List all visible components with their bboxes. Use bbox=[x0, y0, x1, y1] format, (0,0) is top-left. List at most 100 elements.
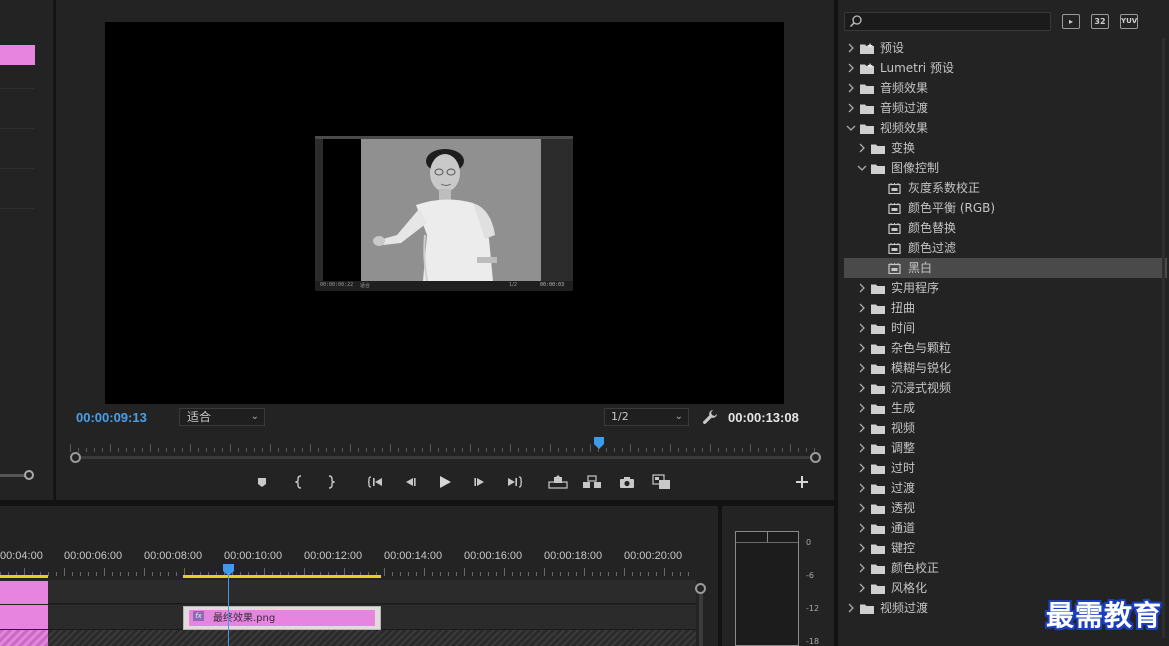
chevron-right-icon[interactable] bbox=[857, 478, 867, 498]
chevron-right-icon[interactable] bbox=[857, 458, 867, 478]
chevron-right-icon[interactable] bbox=[857, 278, 867, 298]
ruler-tick bbox=[472, 572, 473, 576]
effects-tree-item[interactable]: 颜色校正 bbox=[844, 558, 1167, 578]
monitor-zoom-handle-left[interactable] bbox=[70, 452, 81, 463]
chevron-right-icon[interactable] bbox=[846, 98, 856, 118]
ruler-tick bbox=[582, 448, 583, 452]
effects-tree-item[interactable]: 通道 bbox=[844, 518, 1167, 538]
effects-tree-item[interactable]: 预设 bbox=[844, 38, 1167, 58]
lift-button[interactable] bbox=[546, 470, 570, 494]
effects-tree-item[interactable]: 颜色过滤 bbox=[844, 238, 1167, 258]
ruler-tick bbox=[88, 572, 89, 576]
ruler-tick bbox=[120, 572, 121, 576]
zoom-slider-handle[interactable] bbox=[24, 470, 34, 480]
extract-button[interactable] bbox=[580, 470, 604, 494]
work-area-bar[interactable] bbox=[0, 575, 48, 578]
effects-tree-item[interactable]: 颜色替换 bbox=[844, 218, 1167, 238]
wrench-icon[interactable] bbox=[702, 409, 718, 425]
effects-tree-item[interactable]: 图像控制 bbox=[844, 158, 1167, 178]
effects-search-input[interactable] bbox=[844, 12, 1051, 31]
chevron-right-icon[interactable] bbox=[857, 578, 867, 598]
step-back-button[interactable] bbox=[398, 470, 422, 494]
chevron-right-icon[interactable] bbox=[857, 298, 867, 318]
effects-tree-item[interactable]: 灰度系数校正 bbox=[844, 178, 1167, 198]
effects-tree-item[interactable]: 颜色平衡 (RGB) bbox=[844, 198, 1167, 218]
chevron-right-icon[interactable] bbox=[857, 518, 867, 538]
effects-tree-item[interactable]: 杂色与颗粒 bbox=[844, 338, 1167, 358]
timeline-clip[interactable] bbox=[0, 605, 48, 629]
yuv-effects-filter-icon[interactable]: YUV bbox=[1120, 14, 1138, 29]
folder-icon bbox=[860, 604, 874, 614]
chevron-right-icon[interactable] bbox=[857, 438, 867, 458]
chevron-right-icon[interactable] bbox=[857, 538, 867, 558]
program-video-frame[interactable]: 00:00:00:22 适合 1/2 00:00:03 bbox=[105, 22, 784, 404]
effects-tree-item[interactable]: Lumetri 预设 bbox=[844, 58, 1167, 78]
chevron-right-icon[interactable] bbox=[857, 378, 867, 398]
fit-dropdown[interactable]: 适合 ⌄ bbox=[179, 408, 265, 426]
timeline-clip[interactable] bbox=[0, 630, 48, 646]
monitor-playhead[interactable] bbox=[594, 437, 604, 449]
monitor-zoom-handle-right[interactable] bbox=[810, 452, 821, 463]
chevron-right-icon[interactable] bbox=[857, 418, 867, 438]
effects-tree-item[interactable]: 时间 bbox=[844, 318, 1167, 338]
effects-tree-item[interactable]: 生成 bbox=[844, 398, 1167, 418]
ruler-tick bbox=[334, 448, 335, 452]
button-editor-button[interactable] bbox=[790, 470, 814, 494]
export-frame-button[interactable] bbox=[615, 470, 639, 494]
effects-tree-item[interactable]: 视频效果 bbox=[844, 118, 1167, 138]
current-timecode[interactable]: 00:00:09:13 bbox=[76, 410, 147, 425]
chevron-right-icon[interactable] bbox=[846, 38, 856, 58]
effects-tree-item[interactable]: 黑白 bbox=[844, 258, 1167, 278]
chevron-right-icon[interactable] bbox=[857, 338, 867, 358]
work-area-bar[interactable] bbox=[183, 575, 381, 578]
step-forward-button[interactable] bbox=[468, 470, 492, 494]
timeline-clip-selected[interactable]: fx 最终效果.png bbox=[183, 606, 381, 630]
chevron-right-icon[interactable] bbox=[857, 558, 867, 578]
effects-tree-item[interactable]: 透视 bbox=[844, 498, 1167, 518]
effects-scrollbar[interactable] bbox=[1161, 38, 1166, 638]
chevron-right-icon[interactable] bbox=[857, 358, 867, 378]
effects-tree-item[interactable]: 过时 bbox=[844, 458, 1167, 478]
effects-tree-item[interactable]: 变换 bbox=[844, 138, 1167, 158]
monitor-time-ruler[interactable] bbox=[70, 438, 820, 452]
timeline-vertical-scrollbar[interactable] bbox=[699, 588, 703, 646]
play-button[interactable] bbox=[433, 470, 457, 494]
resolution-dropdown[interactable]: 1/2 ⌄ bbox=[604, 408, 689, 426]
chevron-down-icon[interactable] bbox=[857, 158, 867, 178]
effects-tree-item[interactable]: 音频效果 bbox=[844, 78, 1167, 98]
effects-tree-item[interactable]: 过渡 bbox=[844, 478, 1167, 498]
ruler-tick bbox=[118, 448, 119, 452]
timeline-scroll-handle[interactable] bbox=[695, 583, 706, 594]
effects-tree-label: 时间 bbox=[891, 321, 916, 335]
effects-tree-item[interactable]: 键控 bbox=[844, 538, 1167, 558]
effects-tree-item[interactable]: 音频过渡 bbox=[844, 98, 1167, 118]
chevron-right-icon[interactable] bbox=[857, 318, 867, 338]
chevron-down-icon[interactable] bbox=[846, 118, 856, 138]
chevron-right-icon[interactable] bbox=[846, 58, 856, 78]
chevron-right-icon[interactable] bbox=[857, 498, 867, 518]
effects-tree-item[interactable]: 视频 bbox=[844, 418, 1167, 438]
go-to-out-button[interactable] bbox=[502, 470, 526, 494]
effects-tree-item[interactable]: 实用程序 bbox=[844, 278, 1167, 298]
effects-tree-item[interactable]: 沉浸式视频 bbox=[844, 378, 1167, 398]
accelerated-effects-filter-icon[interactable]: ▸ bbox=[1062, 14, 1080, 29]
mark-in-button[interactable] bbox=[287, 470, 311, 494]
effects-tree-item[interactable]: 模糊与锐化 bbox=[844, 358, 1167, 378]
video-track-2[interactable] bbox=[0, 580, 696, 604]
chevron-right-icon[interactable] bbox=[846, 78, 856, 98]
timeline-clip[interactable] bbox=[0, 581, 48, 604]
mark-out-button[interactable] bbox=[319, 470, 343, 494]
go-to-in-button[interactable] bbox=[364, 470, 388, 494]
chevron-right-icon[interactable] bbox=[857, 398, 867, 418]
effects-tree-item[interactable]: 扭曲 bbox=[844, 298, 1167, 318]
add-marker-button[interactable] bbox=[250, 470, 274, 494]
chevron-right-icon[interactable] bbox=[846, 598, 856, 618]
monitor-zoom-bar[interactable] bbox=[76, 456, 815, 459]
timeline-playhead[interactable] bbox=[223, 564, 234, 576]
comparison-view-button[interactable] bbox=[650, 470, 674, 494]
audio-track-1[interactable] bbox=[0, 630, 696, 646]
effects-tree-item[interactable]: 调整 bbox=[844, 438, 1167, 458]
ruler-tick bbox=[302, 448, 303, 452]
32bit-effects-filter-icon[interactable]: 32 bbox=[1091, 14, 1109, 29]
chevron-right-icon[interactable] bbox=[857, 138, 867, 158]
